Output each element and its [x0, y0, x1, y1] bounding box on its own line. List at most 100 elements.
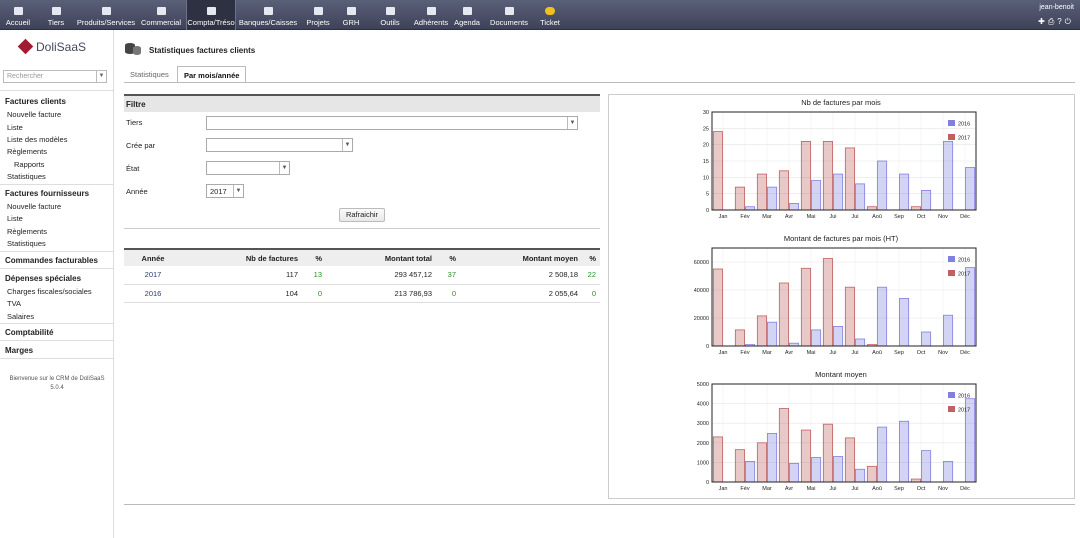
sidebar-item-nouvelle-facture[interactable]: Nouvelle facture [7, 110, 61, 119]
bar-2016 [833, 456, 844, 483]
x-tick-label: Déc [960, 214, 970, 220]
coins-icon [125, 43, 141, 55]
bar-2016 [789, 203, 800, 211]
bar-2016 [899, 420, 910, 483]
menu-outils[interactable]: Outils [378, 0, 402, 30]
chevron-down-icon[interactable]: ▼ [279, 162, 289, 174]
bar-2017 [756, 173, 767, 211]
documents-icon [504, 7, 514, 15]
menu-tiers[interactable]: Tiers [45, 0, 67, 30]
bar-2016 [811, 329, 822, 347]
sidebar-item-salaires[interactable]: Salaires [7, 312, 34, 321]
col-nb-factures[interactable]: Nb de factures [182, 248, 302, 266]
col-pct-2: % [436, 248, 460, 266]
x-tick-label: Déc [960, 486, 970, 492]
menu-ticket[interactable]: Ticket [536, 0, 564, 30]
chevron-down-icon[interactable]: ▼ [342, 139, 352, 151]
divider [0, 323, 113, 324]
sidebar-item-reglements-fourn[interactable]: Règlements [7, 227, 47, 236]
sidebar-item-rapports[interactable]: Rapports [14, 160, 44, 169]
chevron-down-icon[interactable]: ▼ [233, 185, 243, 197]
x-tick-label: Avr [785, 214, 793, 220]
col-annee[interactable]: Année [124, 248, 182, 266]
y-tick-label: 60000 [694, 260, 709, 266]
sidebar-item-factures-clients[interactable]: Factures clients [5, 97, 66, 106]
col-montant-moyen[interactable]: Montant moyen [460, 248, 582, 266]
menu-label: Produits/Services [76, 18, 136, 27]
menu-banques-caisses[interactable]: Banques/Caisses [238, 0, 298, 30]
x-tick-label: Sep [894, 486, 904, 492]
sidebar-item-charges[interactable]: Charges fiscales/sociales [7, 287, 92, 296]
sidebar-item-depenses-speciales[interactable]: Dépenses spéciales [5, 274, 81, 283]
bar-2016 [811, 180, 822, 211]
bar-2017 [778, 408, 789, 483]
home-icon [13, 7, 23, 15]
sidebar-item-commandes-facturables[interactable]: Commandes facturables [5, 256, 98, 265]
sidebar-item-liste-fourn[interactable]: Liste [7, 214, 23, 223]
y-tick-label: 1000 [697, 460, 709, 466]
sidebar-item-marges[interactable]: Marges [5, 346, 33, 355]
sidebar-item-reglements[interactable]: Règlements [7, 147, 47, 156]
y-tick-label: 2000 [697, 441, 709, 447]
sidebar-item-tva[interactable]: TVA [7, 299, 21, 308]
x-tick-label: Jui [829, 214, 836, 220]
sidebar-item-nouvelle-facture-fourn[interactable]: Nouvelle facture [7, 202, 61, 211]
menu-compta-tréso[interactable]: Compta/Tréso [186, 0, 236, 30]
refresh-button[interactable]: Rafraichir [339, 208, 385, 222]
menu-documents[interactable]: Documents [489, 0, 529, 30]
x-tick-label: Oct [917, 486, 926, 492]
bar-2017 [822, 258, 833, 347]
chevron-down-icon[interactable]: ▼ [567, 117, 577, 129]
menu-label: GRH [342, 18, 360, 27]
col-pct-1: % [302, 248, 326, 266]
sidebar-item-factures-fournisseurs[interactable]: Factures fournisseurs [5, 189, 89, 198]
year-link[interactable]: 2017 [124, 266, 182, 285]
menu-label: Accueil [5, 18, 31, 27]
annee-select[interactable]: 2017 ▼ [206, 184, 244, 198]
tab-par-mois-annee[interactable]: Par mois/année [177, 66, 247, 83]
menu-accueil[interactable]: Accueil [4, 0, 32, 30]
bar-2016 [965, 267, 976, 347]
etat-select[interactable]: ▼ [206, 161, 290, 175]
menu-projets[interactable]: Projets [304, 0, 332, 30]
bar-2016 [855, 338, 866, 347]
year-link[interactable]: 2016 [124, 284, 182, 303]
x-tick-label: Mar [762, 486, 772, 492]
menu-label: Agenda [454, 18, 480, 27]
menu-adhérents[interactable]: Adhérents [413, 0, 449, 30]
legend-label: 2017 [958, 408, 970, 414]
bar-2016 [899, 297, 910, 347]
menu-produits-services[interactable]: Produits/Services [76, 0, 136, 30]
y-tick-label: 25 [703, 126, 709, 132]
members-icon [426, 7, 436, 15]
tab-statistiques[interactable]: Statistiques [124, 66, 175, 83]
sidebar-item-statistiques[interactable]: Statistiques [7, 172, 46, 181]
creepar-select[interactable]: ▼ [206, 138, 353, 152]
menu-commercial[interactable]: Commercial [140, 0, 182, 30]
sidebar-item-liste[interactable]: Liste [7, 123, 23, 132]
ticket-icon [545, 7, 555, 15]
bar-2016 [855, 183, 866, 211]
sidebar-item-statistiques-fourn[interactable]: Statistiques [7, 239, 46, 248]
y-tick-label: 20000 [694, 316, 709, 322]
user-name[interactable]: jean-benoit [1039, 4, 1074, 11]
bar-2016 [943, 461, 954, 483]
x-tick-label: Jui [851, 486, 858, 492]
bar-charts: 0 5 10 15 20 25 30 Jan Fév Mar Avr Mai Jui Jui Aoû Sep O… [694, 110, 977, 492]
sidebar-item-liste-modeles[interactable]: Liste des modèles [7, 135, 67, 144]
y-tick-label: 30 [703, 110, 709, 116]
bar-2016 [745, 461, 756, 483]
search-input[interactable]: Rechercher ▼ [3, 70, 107, 83]
col-montant-total[interactable]: Montant total [326, 248, 436, 266]
tiers-select[interactable]: ▼ [206, 116, 578, 130]
sidebar-item-comptabilite[interactable]: Comptabilité [5, 328, 53, 337]
y-tick-label: 0 [706, 344, 709, 350]
bar-2016 [943, 141, 954, 211]
menu-agenda[interactable]: Agenda [452, 0, 482, 30]
menu-grh[interactable]: GRH [338, 0, 364, 30]
chevron-down-icon[interactable]: ▼ [96, 71, 106, 82]
x-tick-label: Mai [807, 350, 816, 356]
logo[interactable]: DoliSaaS [17, 38, 86, 55]
y-tick-label: 5 [706, 192, 709, 198]
user-tools-icons[interactable]: ✚⎙?⏻ [1038, 17, 1074, 27]
